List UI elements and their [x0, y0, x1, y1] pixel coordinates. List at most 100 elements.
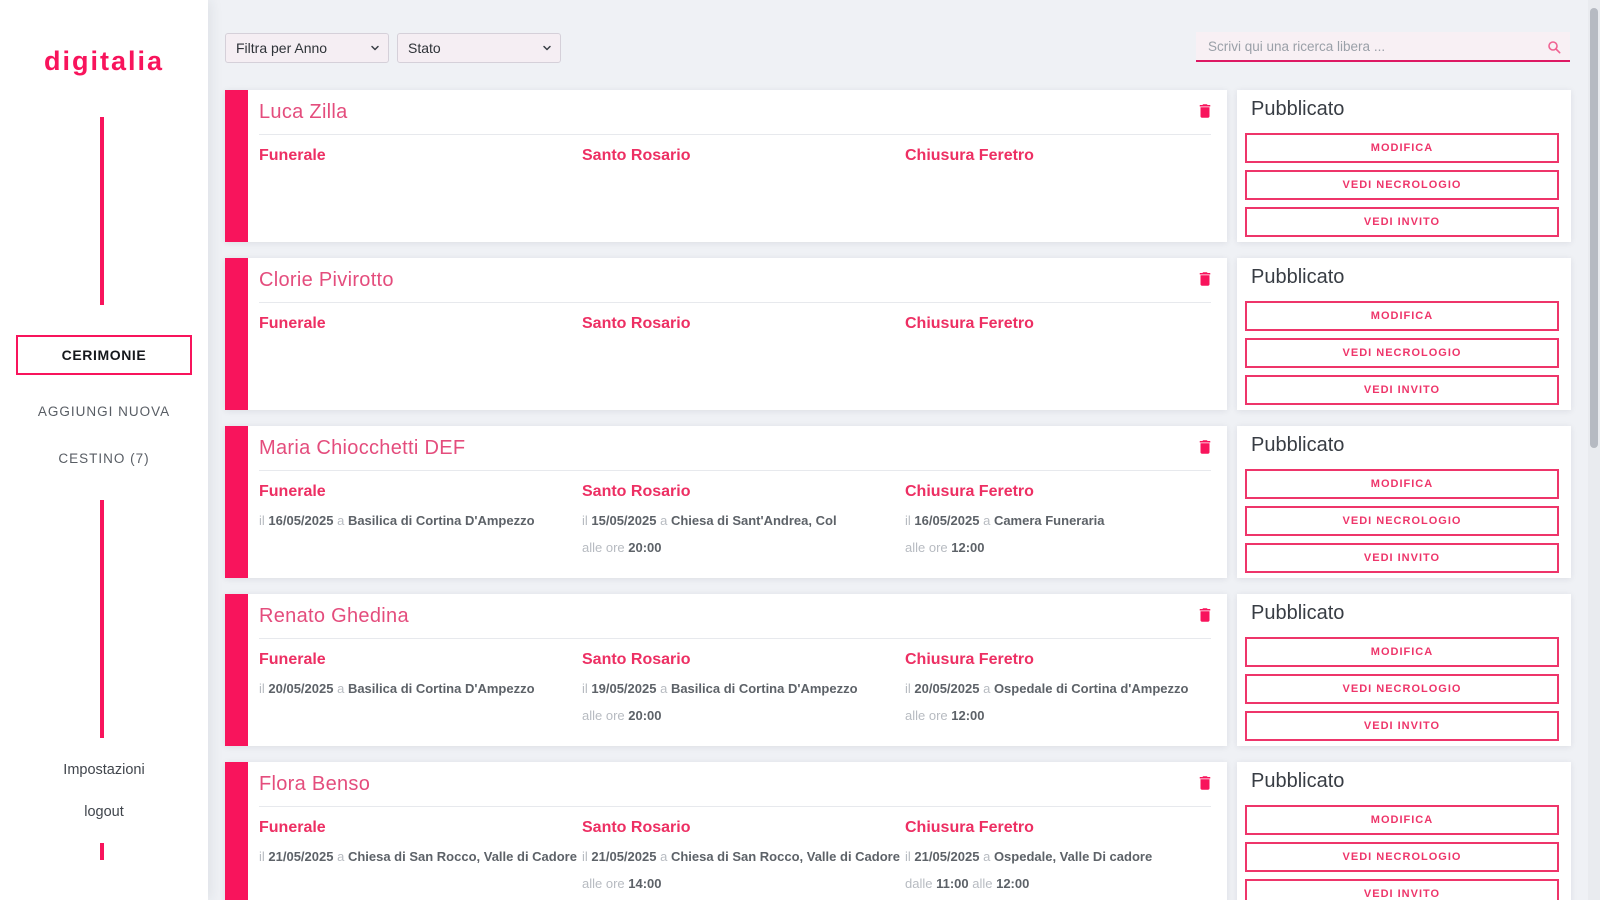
event-title: Chiusura Feretro	[905, 146, 1215, 166]
event-title: Funerale	[259, 650, 582, 670]
event-column: Santo Rosario il 15/05/2025 a Chiesa di S…	[582, 482, 905, 556]
card-divider	[259, 470, 1211, 471]
card-divider	[259, 302, 1211, 303]
scrollbar-thumb[interactable]	[1590, 8, 1598, 448]
modifica-button[interactable]: MODIFICA	[1245, 637, 1559, 667]
vedi-necrologio-button[interactable]: VEDI NECROLOGIO	[1245, 674, 1559, 704]
event-column: Chiusura Feretro	[905, 314, 1215, 334]
ceremony-row: Maria Chiocchetti DEF Funeraleil 16/05/2…	[225, 426, 1571, 578]
event-columns: FuneraleSanto RosarioChiusura Feretro	[259, 314, 1217, 334]
ceremony-list: Luca Zilla FuneraleSanto RosarioChiusura…	[0, 0, 1600, 900]
ceremony-row: Luca Zilla FuneraleSanto RosarioChiusura…	[225, 90, 1571, 242]
card-divider	[259, 638, 1211, 639]
event-column: Chiusura Feretroil 20/05/2025 a Ospedale…	[905, 650, 1215, 724]
sidebar-item-label: CERIMONIE	[62, 347, 147, 363]
year-filter-select[interactable]: Filtra per Anno	[225, 33, 389, 63]
ceremony-card: Luca Zilla FuneraleSanto RosarioChiusura…	[225, 90, 1227, 242]
event-columns: Funeraleil 21/05/2025 a Chiesa di San Ro…	[259, 818, 1217, 892]
card-accent-stripe	[225, 762, 248, 900]
ceremony-card: Flora Benso Funeraleil 21/05/2025 a Chie…	[225, 762, 1227, 900]
event-detail-line: alle ore 12:00	[905, 708, 1215, 724]
event-column: Funeraleil 20/05/2025 a Basilica di Cort…	[259, 650, 582, 724]
modifica-button[interactable]: MODIFICA	[1245, 805, 1559, 835]
sidebar-item-cestino[interactable]: CESTINO (7)	[0, 451, 208, 466]
vedi-necrologio-button[interactable]: VEDI NECROLOGIO	[1245, 842, 1559, 872]
status-panel: Pubblicato MODIFICAVEDI NECROLOGIOVEDI I…	[1237, 762, 1571, 900]
vedi-necrologio-button[interactable]: VEDI NECROLOGIO	[1245, 506, 1559, 536]
status-label: Pubblicato	[1251, 434, 1344, 457]
event-detail-line: il 21/05/2025 a Chiesa di San Rocco, Val…	[582, 849, 905, 865]
modifica-button[interactable]: MODIFICA	[1245, 301, 1559, 331]
deceased-name: Maria Chiocchetti DEF	[259, 437, 465, 460]
status-label: Pubblicato	[1251, 266, 1344, 289]
status-label: Pubblicato	[1251, 602, 1344, 625]
event-title: Funerale	[259, 146, 582, 166]
vedi-necrologio-button[interactable]: VEDI NECROLOGIO	[1245, 338, 1559, 368]
card-accent-stripe	[225, 594, 248, 746]
sidebar: digitalia CERIMONIE AGGIUNGI NUOVA CESTI…	[0, 0, 208, 900]
delete-button[interactable]	[1195, 606, 1215, 626]
vedi-invito-button[interactable]: VEDI INVITO	[1245, 375, 1559, 405]
modifica-button[interactable]: MODIFICA	[1245, 469, 1559, 499]
deceased-name: Renato Ghedina	[259, 605, 409, 628]
event-column: Funeraleil 21/05/2025 a Chiesa di San Ro…	[259, 818, 582, 892]
card-divider	[259, 134, 1211, 135]
status-panel: Pubblicato MODIFICA VEDI NECROLOGIO VEDI I…	[1237, 258, 1571, 410]
decorative-line	[100, 500, 104, 738]
event-column: Santo Rosario	[582, 314, 905, 334]
ceremony-row: Flora Benso Funeraleil 21/05/2025 a Chie…	[225, 762, 1571, 900]
sidebar-item-logout[interactable]: logout	[0, 804, 208, 820]
decorative-line	[100, 117, 104, 305]
search-input[interactable]	[1196, 32, 1570, 62]
event-column: Chiusura Feretroil 16/05/2025 a Camera F…	[905, 482, 1215, 556]
delete-button[interactable]	[1195, 774, 1215, 794]
status-label: Pubblicato	[1251, 98, 1344, 121]
status-filter-select[interactable]: Stato	[397, 33, 561, 63]
event-column: Santo Rosario	[582, 146, 905, 166]
event-column: Funerale	[259, 146, 582, 166]
ceremony-card: Renato Ghedina Funeraleil 20/05/2025 a B…	[225, 594, 1227, 746]
status-panel: Pubblicato MODIFICA VEDI NECROLOGIO VEDI I…	[1237, 426, 1571, 578]
modifica-button[interactable]: MODIFICA	[1245, 133, 1559, 163]
event-column: Funeraleil 16/05/2025 a Basilica di Cort…	[259, 482, 582, 556]
event-detail-line: alle ore 12:00	[905, 540, 1215, 556]
card-divider	[259, 806, 1211, 807]
event-detail-line: il 16/05/2025 a Camera Funeraria	[905, 513, 1215, 529]
event-detail-line: il 21/05/2025 a Ospedale, Valle Di cador…	[905, 849, 1215, 865]
app-window: Luca Zilla FuneraleSanto RosarioChiusura…	[0, 0, 1600, 900]
search-bar	[1196, 32, 1570, 62]
delete-button[interactable]	[1195, 102, 1215, 122]
delete-button[interactable]	[1195, 270, 1215, 290]
year-filter: Filtra per Anno	[225, 33, 389, 63]
event-detail-line: il 15/05/2025 a Chiesa di Sant'Andrea, C…	[582, 513, 905, 529]
sidebar-item-cerimonie[interactable]: CERIMONIE	[16, 335, 192, 375]
event-title: Funerale	[259, 314, 582, 334]
vedi-invito-button[interactable]: VEDI INVITO	[1245, 543, 1559, 573]
sidebar-item-aggiungi-nuova[interactable]: AGGIUNGI NUOVA	[0, 404, 208, 419]
event-detail-line: alle ore 20:00	[582, 708, 905, 724]
event-column: Funerale	[259, 314, 582, 334]
status-panel: Pubblicato MODIFICA VEDI NECROLOGIO VEDI I…	[1237, 594, 1571, 746]
event-columns: Funeraleil 16/05/2025 a Basilica di Cort…	[259, 482, 1217, 556]
ceremony-card: Clorie Pivirotto FuneraleSanto RosarioCh…	[225, 258, 1227, 410]
event-detail-line: il 19/05/2025 a Basilica di Cortina D'Am…	[582, 681, 905, 697]
sidebar-item-impostazioni[interactable]: Impostazioni	[0, 762, 208, 778]
brand-logo: digitalia	[0, 46, 208, 77]
vedi-invito-button[interactable]: VEDI INVITO	[1245, 879, 1559, 900]
event-detail-line: alle ore 20:00	[582, 540, 905, 556]
vedi-invito-button[interactable]: VEDI INVITO	[1245, 207, 1559, 237]
event-title: Chiusura Feretro	[905, 818, 1215, 838]
deceased-name: Clorie Pivirotto	[259, 269, 394, 292]
event-title: Santo Rosario	[582, 482, 905, 502]
deceased-name: Luca Zilla	[259, 101, 348, 124]
delete-button[interactable]	[1195, 438, 1215, 458]
vedi-invito-button[interactable]: VEDI INVITO	[1245, 711, 1559, 741]
event-column: Chiusura Feretro	[905, 146, 1215, 166]
event-title: Santo Rosario	[582, 818, 905, 838]
vedi-necrologio-button[interactable]: VEDI NECROLOGIO	[1245, 170, 1559, 200]
card-accent-stripe	[225, 90, 248, 242]
event-title: Santo Rosario	[582, 146, 905, 166]
decorative-line	[100, 843, 104, 860]
search-icon[interactable]	[1546, 39, 1562, 55]
event-detail-line: alle ore 14:00	[582, 876, 905, 892]
